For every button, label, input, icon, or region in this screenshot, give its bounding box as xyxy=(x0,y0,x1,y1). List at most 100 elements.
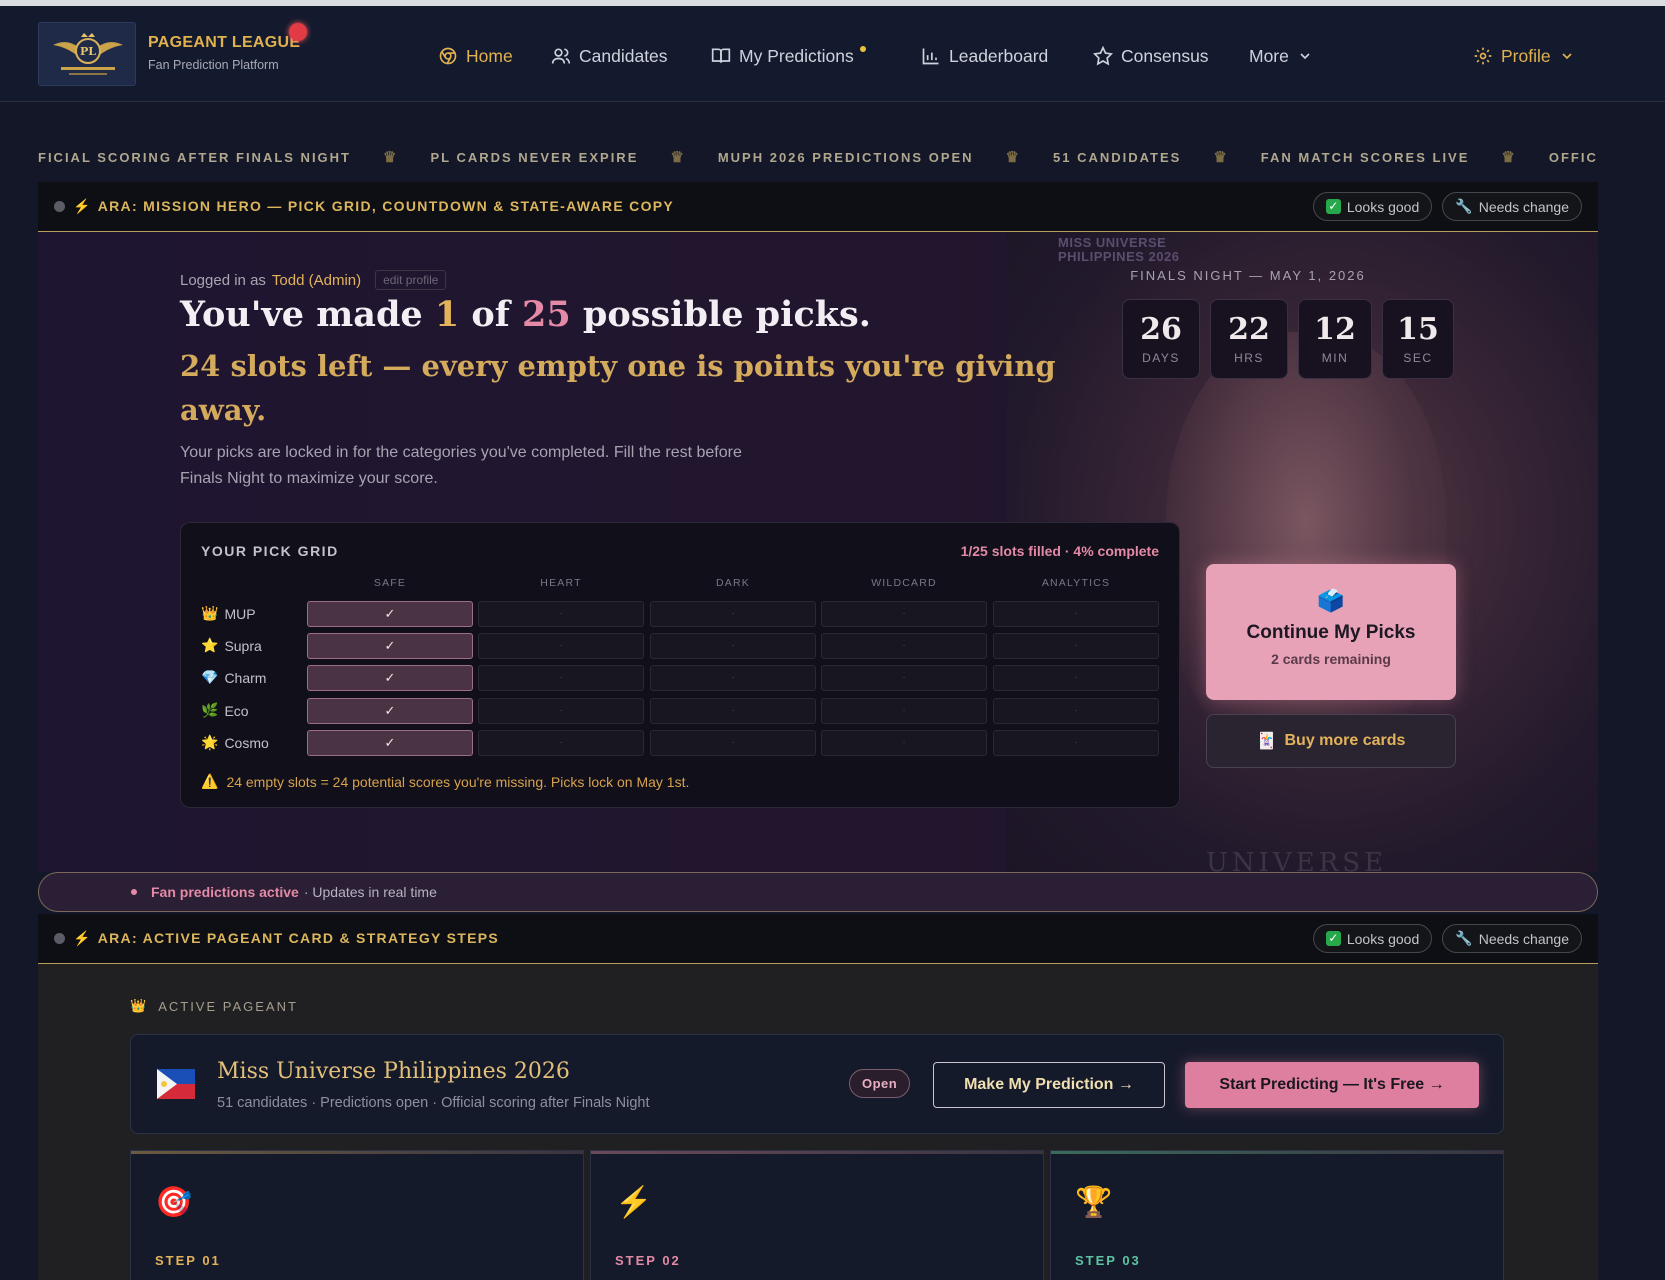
logged-prefix: Logged in as xyxy=(180,271,266,289)
pick-grid: YOUR PICK GRID 1/25 slots filled · 4% co… xyxy=(180,522,1180,808)
grid-row-label: 👑 MUP xyxy=(201,605,256,622)
countdown-days: 26 DAYS xyxy=(1122,299,1200,379)
step-accent-bar xyxy=(131,1151,583,1154)
pick-cell-empty[interactable]: · xyxy=(821,601,987,627)
check-icon: ✓ xyxy=(1325,931,1341,946)
headline-a: You've made xyxy=(180,294,435,335)
crown-icon: ♛ xyxy=(383,149,399,166)
crown-icon: ♛ xyxy=(670,149,686,166)
pick-cell-filled[interactable]: ✓ xyxy=(307,665,473,691)
buy-more-cards-button[interactable]: 🃏 Buy more cards xyxy=(1206,714,1456,768)
users-icon xyxy=(551,48,571,64)
nav-leaderboard[interactable]: Leaderboard xyxy=(921,44,1048,68)
book-icon xyxy=(711,48,731,63)
grid-column-header: WILDCARD xyxy=(871,577,937,589)
lightning-icon: ⚡ xyxy=(615,1186,653,1219)
pick-cell-empty[interactable]: · xyxy=(650,698,816,724)
grid-column-header: SAFE xyxy=(373,577,407,589)
pick-cell-empty[interactable]: · xyxy=(821,698,987,724)
pick-cell-empty[interactable]: · xyxy=(993,698,1159,724)
pick-cell-empty[interactable]: · xyxy=(993,730,1159,756)
pick-cell-filled[interactable]: ✓ xyxy=(307,730,473,756)
ballot-box-icon: 🗳️ xyxy=(1317,588,1345,613)
pick-cell-empty[interactable]: · xyxy=(650,665,816,691)
wrench-icon: 🔧 xyxy=(1455,198,1473,214)
nav-consensus[interactable]: Consensus xyxy=(1093,44,1209,68)
review-title-text: ARA: MISSION HERO — PICK GRID, COUNTDOWN… xyxy=(97,198,675,214)
pick-cell-empty[interactable]: · xyxy=(478,730,644,756)
needs-change-button[interactable]: 🔧 Needs change xyxy=(1442,924,1582,953)
review-title-text: ARA: ACTIVE PAGEANT CARD & STRATEGY STEP… xyxy=(97,930,499,946)
user-name[interactable]: Todd (Admin) xyxy=(272,272,361,289)
countdown-unit: DAYS xyxy=(1142,351,1180,365)
countdown-unit: HRS xyxy=(1234,351,1264,365)
crown-icon: ♛ xyxy=(1501,149,1517,166)
headline-c: possible picks. xyxy=(570,294,871,335)
countdown-value: 12 xyxy=(1314,312,1356,347)
pick-cell-empty[interactable]: · xyxy=(650,633,816,659)
grid-row-label: 🌟 Cosmo xyxy=(201,734,269,751)
grid-row-label: 💎 Charm xyxy=(201,669,266,686)
fan-predictions-strip: Fan predictions active · Updates in real… xyxy=(38,872,1598,912)
mission-hero: MISS UNIVERSE PHILIPPINES 2026 UNIVERSE … xyxy=(38,232,1598,872)
check-icon: ✓ xyxy=(1325,199,1341,214)
pick-cell-empty[interactable]: · xyxy=(478,698,644,724)
countdown-minutes: 12 MIN xyxy=(1298,299,1372,379)
pick-cell-empty[interactable]: · xyxy=(821,633,987,659)
looks-good-label: Looks good xyxy=(1346,198,1420,215)
pick-cell-filled[interactable]: ✓ xyxy=(307,698,473,724)
active-pageant-label: 👑 ACTIVE PAGEANT xyxy=(130,998,298,1014)
pick-cell-empty[interactable]: · xyxy=(993,665,1159,691)
review-title: ⚡ ARA: MISSION HERO — PICK GRID, COUNTDOW… xyxy=(73,198,674,215)
pick-cell-empty[interactable]: · xyxy=(650,601,816,627)
pick-cell-empty[interactable]: · xyxy=(821,665,987,691)
needs-change-button[interactable]: 🔧 Needs change xyxy=(1442,192,1582,221)
nav-more[interactable]: More xyxy=(1249,44,1313,68)
pick-cell-filled[interactable]: ✓ xyxy=(307,633,473,659)
pick-cell-empty[interactable]: · xyxy=(478,665,644,691)
brand-logo[interactable]: PL xyxy=(38,22,136,86)
make-prediction-button[interactable]: Make My Prediction → xyxy=(933,1062,1165,1108)
pick-cell-empty[interactable]: · xyxy=(993,601,1159,627)
looks-good-button[interactable]: ✓ Looks good xyxy=(1312,192,1433,221)
looks-good-button[interactable]: ✓ Looks good xyxy=(1312,924,1433,953)
svg-text:PL: PL xyxy=(80,45,96,58)
status-badge: Open xyxy=(849,1069,911,1098)
nav-my-predictions[interactable]: My Predictions xyxy=(711,44,866,68)
pick-cell-filled[interactable]: ✓ xyxy=(307,601,473,627)
pick-grid-warning: ⚠️ 24 empty slots = 24 potential scores y… xyxy=(201,773,689,790)
category-icon: 👑 xyxy=(201,605,219,621)
step-accent-bar xyxy=(1051,1151,1503,1154)
start-predicting-button[interactable]: Start Predicting — It's Free → xyxy=(1185,1062,1479,1108)
picks-made: 1 xyxy=(434,294,460,335)
category-name: Supra xyxy=(224,637,262,654)
nav-home-label: Home xyxy=(466,45,513,66)
grid-column-header: DARK xyxy=(716,577,750,589)
nav-home[interactable]: Home xyxy=(438,44,513,68)
profile-label: Profile xyxy=(1501,45,1551,66)
live-dot xyxy=(131,889,137,895)
buy-label: Buy more cards xyxy=(1284,732,1406,749)
predictions-indicator-dot xyxy=(859,46,866,52)
pick-cell-empty[interactable]: · xyxy=(478,633,644,659)
category-name: MUP xyxy=(224,605,256,622)
news-ticker: FICIAL SCORING AFTER FINALS NIGHT ♛ PL CAR… xyxy=(38,148,1598,168)
gear-icon xyxy=(1474,47,1492,65)
finals-night-label: FINALS NIGHT — MAY 1, 2026 xyxy=(1130,268,1366,283)
continue-picks-button[interactable]: 🗳️ Continue My Picks 2 cards remaining xyxy=(1206,564,1456,700)
category-name: Cosmo xyxy=(224,734,269,751)
pick-cell-empty[interactable]: · xyxy=(993,633,1159,659)
nav-candidates-label: Candidates xyxy=(579,45,668,66)
pick-cell-empty[interactable]: · xyxy=(478,601,644,627)
edit-profile-link[interactable]: edit profile xyxy=(375,270,447,290)
nav-candidates[interactable]: Candidates xyxy=(551,44,668,68)
logged-in-line: Logged in as Todd (Admin) edit profile xyxy=(180,270,447,290)
pageant-name[interactable]: Miss Universe Philippines 2026 xyxy=(217,1059,570,1084)
bar-chart-icon xyxy=(922,48,939,65)
strategy-step-2: ⚡ STEP 02 xyxy=(590,1150,1044,1280)
active-pageant-text: ACTIVE PAGEANT xyxy=(158,998,298,1014)
pick-cell-empty[interactable]: · xyxy=(650,730,816,756)
picks-total: 25 xyxy=(522,294,571,335)
pick-cell-empty[interactable]: · xyxy=(821,730,987,756)
profile-menu[interactable]: Profile xyxy=(1473,44,1575,68)
